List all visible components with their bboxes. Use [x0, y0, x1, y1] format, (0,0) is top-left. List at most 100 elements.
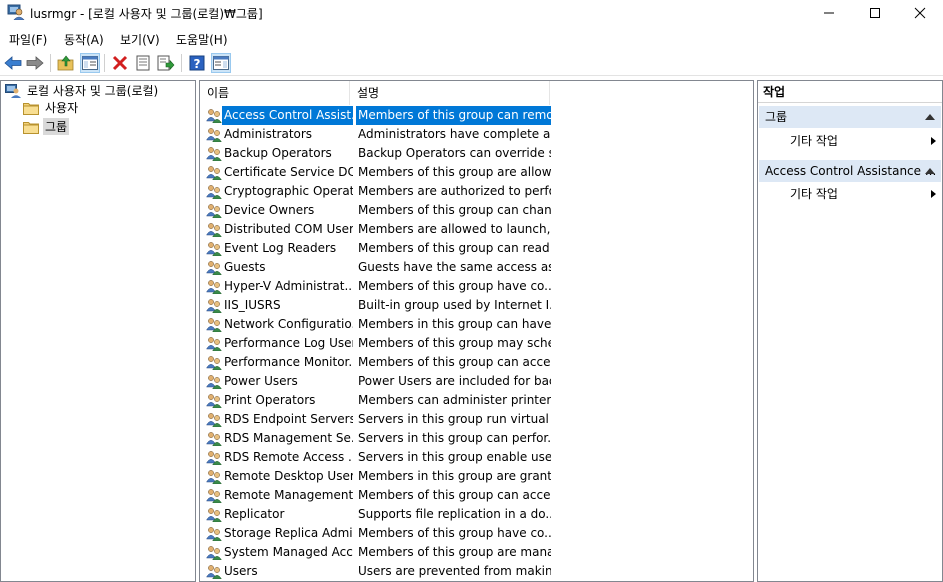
table-row[interactable]: Remote Desktop Users Members in this grou…	[204, 467, 564, 486]
group-name: Network Configuratio...	[224, 317, 353, 331]
menu-help[interactable]: 도움말(H)	[176, 31, 228, 48]
group-name: RDS Management Se...	[224, 431, 353, 445]
group-icon	[206, 527, 222, 541]
group-icon	[206, 337, 222, 351]
table-row[interactable]: Administrators Administrators have comple…	[204, 125, 564, 144]
tree-item-users[interactable]: 사용자	[23, 98, 80, 117]
table-row[interactable]: Replicator Supports file replication in a…	[204, 505, 564, 524]
table-row[interactable]: System Managed Acc... Members of this gro…	[204, 543, 564, 562]
group-icon	[206, 451, 222, 465]
back-icon	[4, 56, 22, 70]
action-section-label: Access Control Assistance ...	[765, 164, 937, 178]
table-row[interactable]: Cryptographic Operat... Members are autho…	[204, 182, 564, 201]
table-row[interactable]: Network Configuratio... Members in this g…	[204, 315, 564, 334]
table-row[interactable]: Certificate Service DC... Members of this…	[204, 163, 564, 182]
group-description: Members of this group are mana...	[358, 545, 551, 559]
close-icon	[914, 7, 926, 18]
table-row[interactable]: Distributed COM Users Members are allowed…	[204, 220, 564, 239]
export-list-button[interactable]	[156, 53, 176, 73]
action-section-groups[interactable]: 그룹	[759, 106, 941, 128]
forward-icon	[26, 56, 44, 70]
table-row[interactable]: Event Log Readers Members of this group c…	[204, 239, 564, 258]
show-hide-action-pane-button[interactable]	[211, 53, 231, 73]
group-description: Members are allowed to launch, ...	[358, 222, 551, 236]
forward-button[interactable]	[25, 53, 45, 73]
group-icon	[206, 147, 222, 161]
table-row[interactable]: Remote Management... Members of this grou…	[204, 486, 564, 505]
group-icon	[206, 128, 222, 142]
show-hide-tree-button[interactable]	[80, 53, 100, 73]
group-icon	[206, 394, 222, 408]
action-item-label: 기타 작업	[790, 134, 838, 148]
menu-bar: 파일(F) 동작(A) 보기(V) 도움말(H)	[0, 27, 943, 49]
menu-view[interactable]: 보기(V)	[120, 31, 160, 48]
toolbar-separator	[104, 54, 105, 72]
group-name: Power Users	[224, 374, 298, 388]
group-name: Guests	[224, 260, 266, 274]
group-name: Hyper-V Administrat...	[224, 279, 353, 293]
group-icon	[206, 565, 222, 579]
menu-action[interactable]: 동작(A)	[64, 31, 104, 48]
toolbar-separator	[181, 54, 182, 72]
table-row[interactable]: Print Operators Members can administer pr…	[204, 391, 564, 410]
minimize-icon	[824, 12, 834, 13]
table-row[interactable]: Device Owners Members of this group can c…	[204, 201, 564, 220]
table-row[interactable]: Backup Operators Backup Operators can ove…	[204, 144, 564, 163]
group-icon	[206, 185, 222, 199]
group-name: IIS_IUSRS	[224, 298, 281, 312]
table-row[interactable]: Access Control Assist... Members of this …	[204, 106, 564, 125]
action-section-selected-group[interactable]: Access Control Assistance ...	[759, 160, 941, 182]
menu-file[interactable]: 파일(F)	[9, 31, 47, 48]
title-bar: lusrmgr - [로컬 사용자 및 그룹(로컬)₩그룹]	[0, 0, 943, 25]
group-name: RDS Endpoint Servers	[224, 412, 353, 426]
group-icon	[206, 109, 222, 123]
group-description: Power Users are included for bac...	[358, 374, 551, 388]
group-name: Certificate Service DC...	[224, 165, 353, 179]
window-title: lusrmgr - [로컬 사용자 및 그룹(로컬)₩그룹]	[30, 7, 263, 21]
group-icon	[206, 223, 222, 237]
collapse-arrow-icon[interactable]	[925, 114, 935, 120]
group-description: Members in this group can have ...	[358, 317, 551, 331]
group-name: Performance Monitor...	[224, 355, 353, 369]
properties-button[interactable]	[133, 53, 153, 73]
table-row[interactable]: Users Users are prevented from making...	[204, 562, 564, 581]
minimize-button[interactable]	[806, 0, 852, 25]
table-row[interactable]: IIS_IUSRS Built-in group used by Internet…	[204, 296, 564, 315]
group-description: Members of this group can read ...	[358, 241, 551, 255]
group-description: Supports file replication in a do...	[358, 507, 551, 521]
action-more-actions-selected[interactable]: 기타 작업	[790, 184, 940, 204]
table-row[interactable]: Guests Guests have the same access as ...	[204, 258, 564, 277]
column-header-description[interactable]: 설명	[350, 81, 550, 105]
column-header-name[interactable]: 이름	[200, 81, 350, 105]
table-row[interactable]: RDS Remote Access ... Servers in this gro…	[204, 448, 564, 467]
group-description: Users are prevented from making...	[358, 564, 551, 578]
group-name: RDS Remote Access ...	[224, 450, 353, 464]
group-description: Servers in this group run virtual ...	[358, 412, 551, 426]
table-row[interactable]: Performance Log Users Members of this gro…	[204, 334, 564, 353]
tree-item-groups[interactable]: 그룹	[23, 117, 70, 136]
maximize-button[interactable]	[852, 0, 898, 25]
group-description: Members of this group have co...	[358, 279, 551, 293]
close-button[interactable]	[897, 0, 943, 25]
back-button[interactable]	[3, 53, 23, 73]
group-name: Cryptographic Operat...	[224, 184, 353, 198]
help-button[interactable]: ?	[187, 53, 207, 73]
group-name: Event Log Readers	[224, 241, 337, 255]
table-row[interactable]: Power Users Power Users are included for …	[204, 372, 564, 391]
group-name: Performance Log Users	[224, 336, 353, 350]
table-row[interactable]: Hyper-V Administrat... Members of this gr…	[204, 277, 564, 296]
collapse-arrow-icon[interactable]	[925, 168, 935, 174]
group-description: Servers in this group enable user...	[358, 450, 551, 464]
action-more-actions[interactable]: 기타 작업	[790, 131, 940, 151]
group-icon	[206, 470, 222, 484]
table-row[interactable]: Storage Replica Admi... Members of this g…	[204, 524, 564, 543]
table-row[interactable]: RDS Management Se... Servers in this grou…	[204, 429, 564, 448]
maximize-icon	[870, 7, 880, 18]
group-name: Backup Operators	[224, 146, 332, 160]
delete-button[interactable]	[110, 53, 130, 73]
group-icon	[206, 299, 222, 313]
group-description: Members of this group can remo...	[356, 106, 551, 125]
up-folder-button[interactable]	[56, 53, 76, 73]
table-row[interactable]: Performance Monitor... Members of this gr…	[204, 353, 564, 372]
table-row[interactable]: RDS Endpoint Servers Servers in this grou…	[204, 410, 564, 429]
